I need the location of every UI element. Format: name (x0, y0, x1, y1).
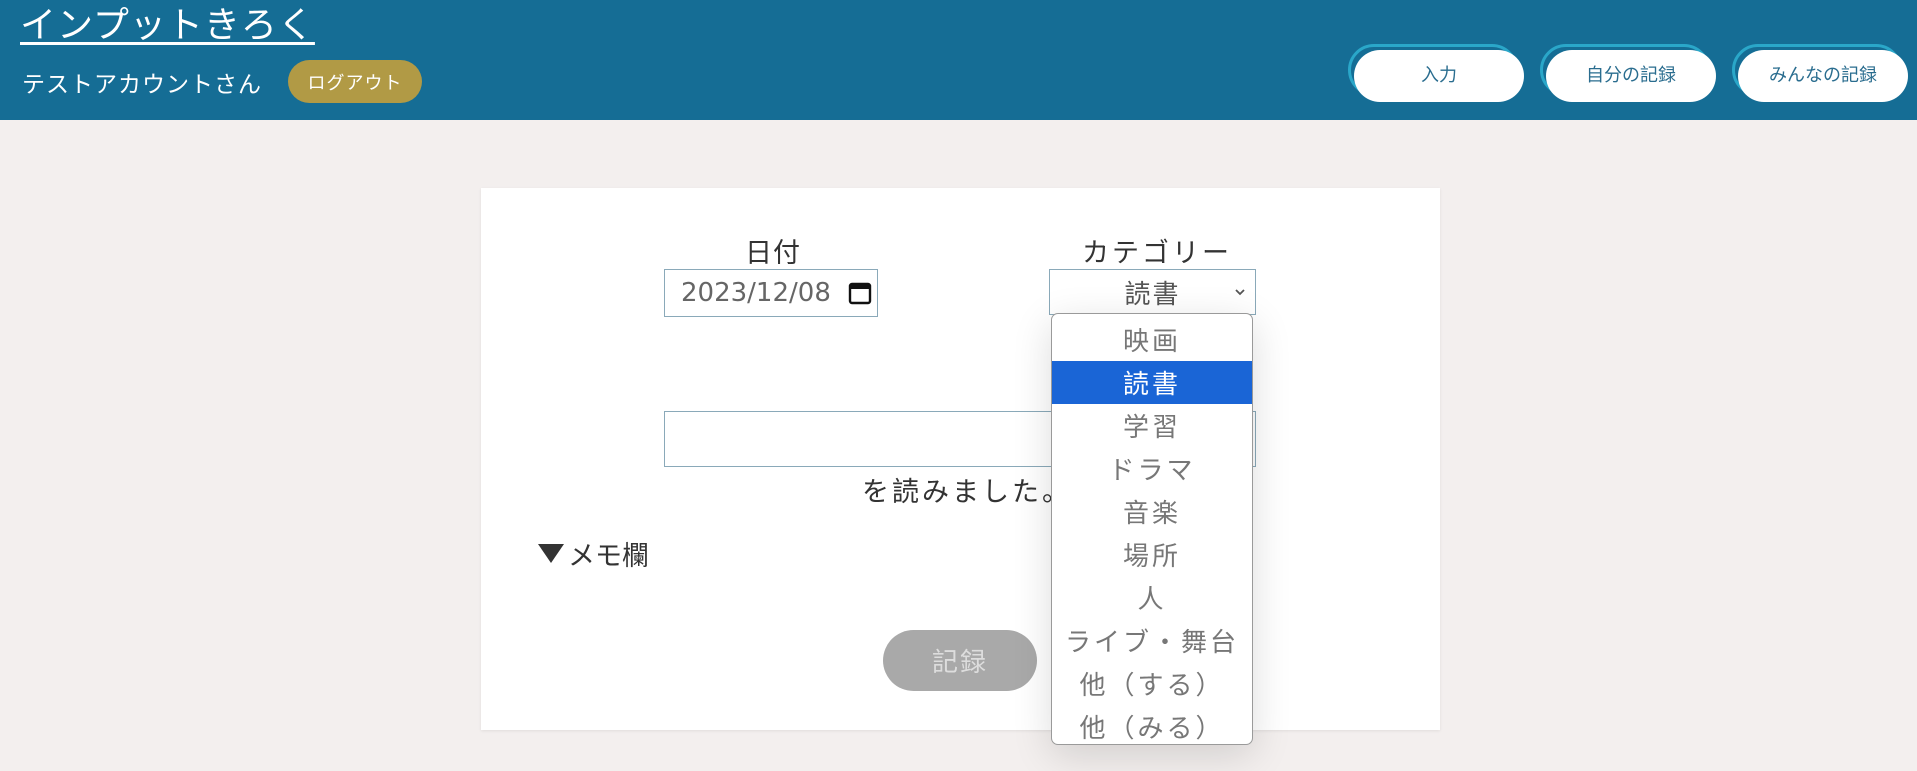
category-option[interactable]: 映画 (1052, 318, 1252, 361)
user-name: テストアカウントさん (22, 72, 262, 98)
nav-input-button[interactable]: 入力 (1348, 44, 1524, 102)
category-option[interactable]: ライブ・舞台 (1052, 619, 1252, 662)
category-option[interactable]: 学習 (1052, 404, 1252, 447)
category-option[interactable]: 他（みる） (1052, 705, 1252, 744)
category-option-selected[interactable]: 読書 (1052, 361, 1252, 404)
category-option[interactable]: ドラマ (1052, 447, 1252, 490)
nav-input-label: 入力 (1354, 50, 1524, 102)
nav-my-records-label: 自分の記録 (1546, 50, 1716, 102)
category-option[interactable]: 場所 (1052, 533, 1252, 576)
memo-toggle[interactable]: メモ欄 (538, 534, 649, 573)
memo-toggle-label: メモ欄 (568, 541, 649, 572)
chevron-down-icon (1235, 289, 1245, 296)
category-option[interactable]: 人 (1052, 576, 1252, 619)
category-label: カテゴリー (1082, 238, 1232, 269)
category-option[interactable]: 他（する） (1052, 662, 1252, 705)
date-value: 2023/12/08 (681, 278, 831, 308)
nav-all-records-button[interactable]: みんなの記録 (1732, 44, 1908, 102)
logout-button[interactable]: ログアウト (288, 60, 422, 103)
date-label: 日付 (745, 238, 801, 269)
date-input[interactable]: 2023/12/08 (664, 269, 878, 317)
app-title-link[interactable]: インプットきろく (20, 0, 315, 48)
nav-my-records-button[interactable]: 自分の記録 (1540, 44, 1716, 102)
calendar-icon[interactable] (848, 281, 872, 305)
category-dropdown-list: 映画 読書 学習 ドラマ 音楽 場所 人 ライブ・舞台 他（する） 他（みる） (1051, 313, 1253, 745)
triangle-down-icon (538, 544, 564, 563)
category-option[interactable]: 音楽 (1052, 490, 1252, 533)
header-bar: インプットきろく テストアカウントさん ログアウト 入力 自分の記録 みんなの記… (0, 0, 1917, 120)
category-select[interactable]: 読書 (1049, 269, 1256, 315)
category-selected-value: 読書 (1124, 279, 1181, 310)
record-button[interactable]: 記録 (883, 630, 1037, 691)
nav-all-records-label: みんなの記録 (1738, 50, 1908, 102)
suffix-text: を読みました。 (862, 477, 1072, 508)
